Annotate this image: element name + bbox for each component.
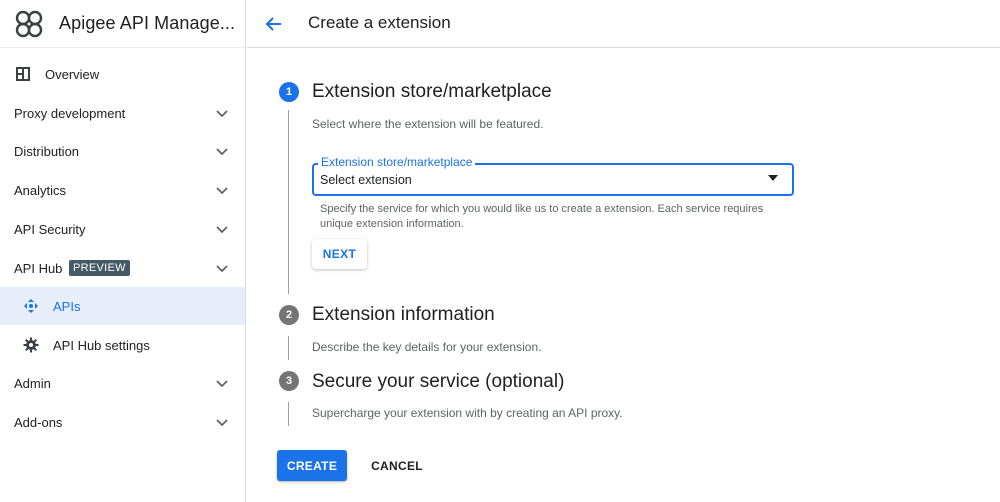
step-number-3: 3 <box>279 371 299 391</box>
select-field-label: Extension store/marketplace <box>318 155 476 169</box>
sidebar-item-label: Distribution <box>14 143 80 159</box>
back-arrow-icon[interactable] <box>264 14 284 34</box>
api-icon <box>24 299 38 313</box>
chevron-down-icon <box>216 419 228 427</box>
sidebar-item-add-ons[interactable]: Add-ons <box>0 403 245 441</box>
sidebar-item-label: API Hub <box>14 260 63 276</box>
step-title-3: Secure your service (optional) <box>312 371 565 392</box>
apigee-logo-icon[interactable] <box>14 9 44 39</box>
app-title: Apigee API Manage... <box>59 13 236 33</box>
step-title-2: Extension information <box>312 304 495 325</box>
sidebar-item-proxy-development[interactable]: Proxy development <box>0 94 245 132</box>
sidebar-item-admin[interactable]: Admin <box>0 364 245 402</box>
dropdown-caret-icon[interactable] <box>768 175 778 181</box>
sidebar-item-api-security[interactable]: API Security <box>0 210 245 248</box>
step-connector-1 <box>288 110 289 294</box>
sidebar-item-api-hub-settings[interactable]: API Hub settings <box>0 326 245 364</box>
helper-text-line: Specify the service for which you would … <box>320 203 764 215</box>
select-helper-text: Specify the service for which you would … <box>320 202 800 232</box>
dashboard-icon <box>16 67 30 81</box>
create-button[interactable]: CREATE <box>277 450 347 481</box>
gear-icon <box>23 337 39 353</box>
step-description-3: Supercharge your extension with by creat… <box>312 406 623 420</box>
sidebar: Apigee API Manage... Overview Proxy deve… <box>0 0 246 502</box>
chevron-down-icon <box>216 265 228 273</box>
sidebar-item-label: APIs <box>53 298 81 314</box>
sidebar-item-analytics[interactable]: Analytics <box>0 171 245 209</box>
sidebar-item-api-hub[interactable]: API Hub PREVIEW <box>0 249 245 287</box>
sidebar-item-distribution[interactable]: Distribution <box>0 132 245 170</box>
sidebar-item-label: Proxy development <box>14 105 126 121</box>
sidebar-item-apis[interactable]: APIs <box>0 287 245 325</box>
page-header: Create a extension <box>247 0 1000 48</box>
app-header: Apigee API Manage... <box>0 0 245 48</box>
chevron-down-icon <box>216 110 228 118</box>
step-description-1: Select where the extension will be featu… <box>312 117 544 131</box>
step-connector-2 <box>288 336 289 360</box>
step-connector-3 <box>288 402 289 426</box>
step-description-2: Describe the key details for your extens… <box>312 340 542 354</box>
sidebar-item-label: Overview <box>45 66 100 82</box>
sidebar-item-overview[interactable]: Overview <box>0 55 245 93</box>
chevron-down-icon <box>216 187 228 195</box>
chevron-down-icon <box>216 148 228 156</box>
next-button[interactable]: NEXT <box>312 239 367 269</box>
step-number-1: 1 <box>279 82 299 102</box>
page-title: Create a extension <box>308 13 451 32</box>
select-field-value: Select extension <box>320 173 412 187</box>
chevron-down-icon <box>216 380 228 388</box>
sidebar-item-label: API Hub settings <box>53 337 150 353</box>
step-title-1: Extension store/marketplace <box>312 81 552 102</box>
sidebar-item-label: Add-ons <box>14 414 63 430</box>
step-number-2: 2 <box>279 305 299 325</box>
preview-badge: PREVIEW <box>69 260 130 276</box>
helper-text-line: unique extension information. <box>320 218 464 230</box>
chevron-down-icon <box>216 226 228 234</box>
sidebar-item-label: Analytics <box>14 182 67 198</box>
sidebar-item-label: Admin <box>14 375 51 391</box>
sidebar-item-label: API Security <box>14 221 86 237</box>
cancel-button[interactable]: CANCEL <box>360 450 434 481</box>
